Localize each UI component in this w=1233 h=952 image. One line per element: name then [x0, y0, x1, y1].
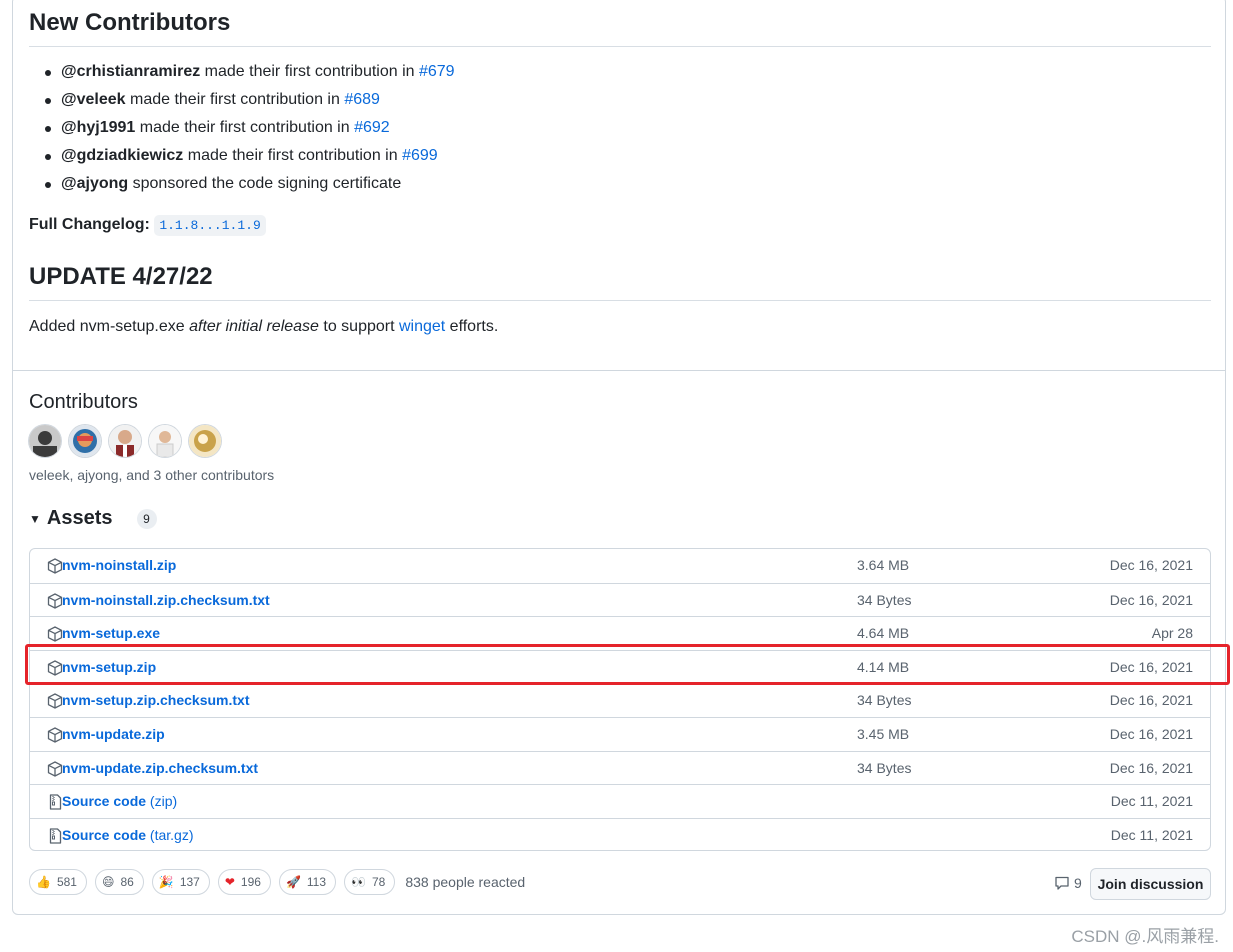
update-paragraph: Added nvm-setup.exe after initial releas… [29, 318, 499, 335]
asset-link[interactable]: Source code (zip) [62, 793, 177, 809]
package-icon [47, 693, 63, 710]
changelog-compare-link[interactable]: 1.1.8...1.1.9 [154, 215, 266, 236]
list-item: @veleek made their first contribution in… [29, 88, 455, 116]
asset-date: Apr 28 [1151, 625, 1193, 642]
reaction-eyes[interactable]: 👀 78 [344, 869, 396, 895]
package-icon [47, 592, 63, 609]
join-discussion-button[interactable]: Join discussion [1090, 868, 1211, 900]
user-link[interactable]: @hyj1991 [61, 119, 135, 136]
asset-row: nvm-update.zip.checksum.txt 34 Bytes Dec… [30, 750, 1210, 785]
pr-link[interactable]: #692 [354, 119, 390, 136]
asset-link[interactable]: nvm-setup.zip.checksum.txt [62, 692, 250, 708]
contributor-avatars [29, 425, 221, 457]
asset-row: nvm-update.zip 3.45 MB Dec 16, 2021 [30, 716, 1210, 751]
user-link[interactable]: @ajyong [61, 175, 128, 192]
list-item: @gdziadkiewicz made their first contribu… [29, 144, 455, 172]
watermark: CSDN @.风雨兼程. [1071, 927, 1219, 946]
avatar[interactable] [69, 425, 101, 457]
asset-row: Source code (tar.gz) Dec 11, 2021 [30, 817, 1210, 850]
asset-link[interactable]: nvm-setup.exe [62, 625, 160, 641]
new-contributors-list: @crhistianramirez made their first contr… [29, 60, 455, 200]
reactions-summary: 838 people reacted [405, 874, 526, 890]
file-zip-icon [49, 828, 62, 844]
pr-link[interactable]: #699 [402, 147, 438, 164]
asset-link[interactable]: nvm-update.zip [62, 726, 165, 742]
reactions-bar: 👍 581 😄 86 🎉 137 ❤ 196 🚀 113 👀 78 838 people r… [29, 869, 525, 895]
asset-row: nvm-noinstall.zip.checksum.txt 34 Bytes … [30, 582, 1210, 617]
asset-size: 3.45 MB [857, 725, 910, 742]
comments-count[interactable]: 9 [1054, 875, 1082, 891]
avatar[interactable] [109, 425, 141, 457]
asset-date: Dec 16, 2021 [1109, 658, 1193, 675]
update-heading: UPDATE 4/27/22 [29, 263, 1211, 301]
full-changelog: Full Changelog: 1.1.8...1.1.9 [29, 214, 266, 237]
asset-date: Dec 11, 2021 [1110, 826, 1193, 843]
laugh-icon: 😄 [101, 875, 115, 889]
package-icon [47, 760, 63, 777]
pr-link[interactable]: #679 [419, 63, 455, 80]
reaction-hooray[interactable]: 🎉 137 [151, 869, 210, 895]
reaction-rocket[interactable]: 🚀 113 [278, 869, 337, 895]
asset-size: 4.64 MB [857, 625, 910, 642]
comment-icon [1055, 876, 1069, 890]
package-icon [47, 626, 63, 642]
assets-toggle[interactable]: ▼ Assets 9 [29, 507, 157, 530]
package-icon [47, 558, 63, 574]
asset-date: Dec 16, 2021 [1109, 725, 1193, 742]
list-item: @crhistianramirez made their first contr… [29, 60, 455, 88]
asset-row: Source code (zip) Dec 11, 2021 [30, 784, 1210, 818]
winget-link[interactable]: winget [399, 318, 445, 335]
asset-link[interactable]: nvm-update.zip.checksum.txt [62, 760, 258, 776]
asset-date: Dec 11, 2021 [1110, 793, 1193, 810]
user-link[interactable]: @veleek [61, 91, 126, 108]
assets-title: Assets [46, 507, 113, 529]
asset-size: 34 Bytes [857, 692, 912, 709]
list-item: @hyj1991 made their first contribution i… [29, 116, 455, 144]
rocket-icon: 🚀 [285, 875, 301, 889]
asset-size: 34 Bytes [857, 591, 912, 608]
asset-link[interactable]: Source code (tar.gz) [62, 827, 194, 843]
list-item: @ajyong sponsored the code signing certi… [29, 172, 455, 200]
contributors-heading: Contributors [29, 391, 138, 413]
user-link[interactable]: @gdziadkiewicz [61, 147, 183, 164]
asset-date: Dec 16, 2021 [1109, 759, 1193, 776]
asset-date: Dec 16, 2021 [1109, 591, 1193, 608]
asset-size: 3.64 MB [857, 557, 910, 573]
new-contributors-heading: New Contributors [29, 9, 1211, 47]
asset-date: Dec 16, 2021 [1109, 557, 1193, 573]
asset-row: nvm-setup.zip 4.14 MB Dec 16, 2021 [30, 649, 1210, 684]
asset-link[interactable]: nvm-noinstall.zip.checksum.txt [62, 592, 270, 608]
contributors-summary: veleek, ajyong, and 3 other contributors [29, 467, 275, 483]
avatar[interactable] [149, 425, 181, 457]
avatar[interactable] [29, 425, 61, 457]
assets-list: nvm-noinstall.zip 3.64 MB Dec 16, 2021 n… [29, 548, 1211, 851]
assets-count-badge: 9 [136, 508, 157, 529]
thumbs-up-icon: 👍 [36, 875, 51, 889]
asset-row: nvm-setup.exe 4.64 MB Apr 28 [30, 616, 1210, 650]
triangle-down-icon: ▼ [29, 511, 41, 526]
pr-link[interactable]: #689 [344, 91, 380, 108]
asset-size: 4.14 MB [857, 658, 910, 675]
eyes-icon: 👀 [351, 875, 366, 889]
heart-icon: ❤ [224, 875, 235, 889]
asset-row: nvm-noinstall.zip 3.64 MB Dec 16, 2021 [30, 549, 1210, 583]
avatar[interactable] [189, 425, 221, 457]
user-link[interactable]: @crhistianramirez [61, 63, 200, 80]
hooray-icon: 🎉 [158, 875, 174, 889]
section-divider [13, 370, 1226, 371]
asset-size: 34 Bytes [857, 759, 912, 776]
asset-row: nvm-setup.zip.checksum.txt 34 Bytes Dec … [30, 683, 1210, 717]
package-icon [47, 660, 63, 676]
reaction-thumbs-up[interactable]: 👍 581 [29, 869, 87, 895]
asset-date: Dec 16, 2021 [1109, 692, 1193, 709]
asset-link[interactable]: nvm-setup.zip [62, 659, 156, 675]
package-icon [47, 727, 63, 743]
file-zip-icon [49, 794, 62, 810]
changelog-label: Full Changelog: [29, 216, 150, 233]
reaction-heart[interactable]: ❤ 196 [217, 869, 271, 895]
reaction-laugh[interactable]: 😄 86 [94, 869, 144, 895]
asset-link[interactable]: nvm-noinstall.zip [62, 557, 176, 573]
